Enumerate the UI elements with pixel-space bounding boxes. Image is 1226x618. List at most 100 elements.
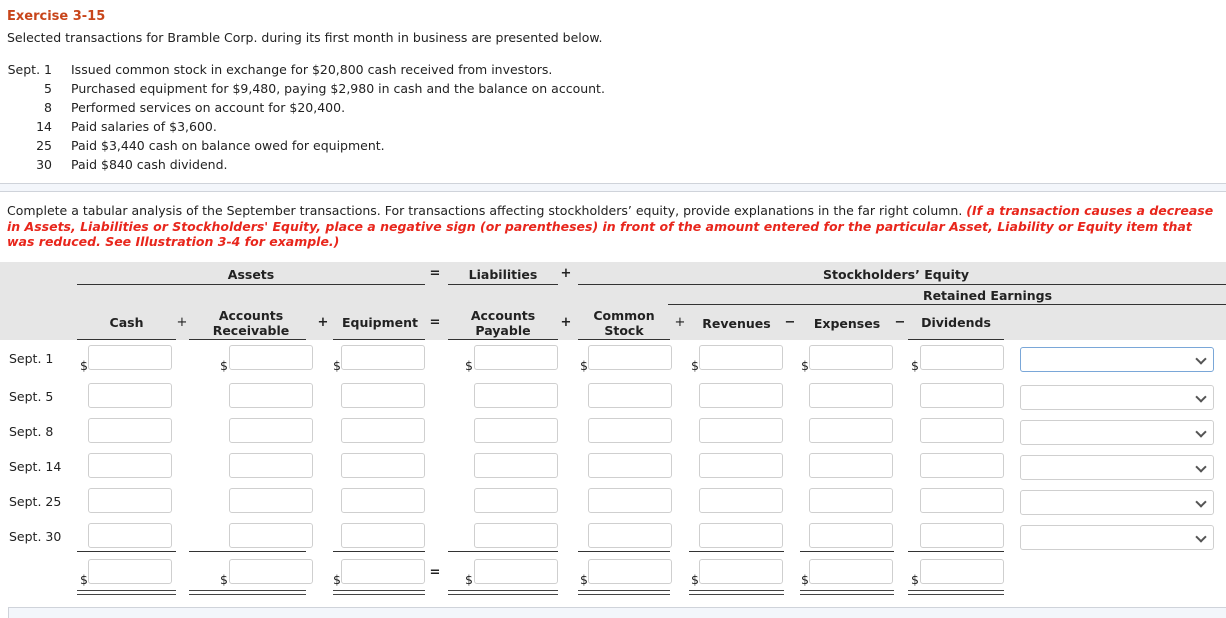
header-retained-earnings: Retained Earnings [922, 288, 1053, 303]
equipment-input[interactable] [341, 345, 425, 370]
explanation-dropdown[interactable] [1020, 490, 1214, 515]
accounts-payable-input[interactable] [474, 488, 558, 513]
accounts-payable-total-input[interactable] [474, 559, 558, 584]
revenues-input[interactable] [699, 418, 783, 443]
accounts-receivable-total-input[interactable] [229, 559, 313, 584]
expenses-input[interactable] [809, 345, 893, 370]
exercise-title: Exercise 3-15 [7, 9, 106, 24]
common-stock-input[interactable] [588, 418, 672, 443]
row-label: Sept. 14 [9, 459, 62, 474]
plus-sign: + [176, 315, 188, 330]
transaction-date: 14 [36, 119, 52, 134]
chevron-down-icon [1195, 531, 1207, 543]
col-underline [908, 339, 1004, 340]
accounts-payable-input[interactable] [474, 383, 558, 408]
explanation-dropdown[interactable] [1020, 455, 1214, 480]
common-stock-input[interactable] [588, 453, 672, 478]
col-common-stock: Common Stock [578, 308, 670, 338]
equipment-input[interactable] [341, 488, 425, 513]
currency-symbol: $ [691, 572, 699, 587]
currency-symbol: $ [801, 358, 809, 373]
explanation-dropdown[interactable] [1020, 347, 1214, 372]
expenses-input[interactable] [809, 418, 893, 443]
chevron-down-icon [1195, 426, 1207, 438]
cash-input[interactable] [88, 345, 172, 370]
accounts-receivable-input[interactable] [229, 418, 313, 443]
revenues-input[interactable] [699, 383, 783, 408]
row-label: Sept. 25 [9, 494, 62, 509]
cash-input[interactable] [88, 453, 172, 478]
cash-input[interactable] [88, 383, 172, 408]
accounts-receivable-input[interactable] [229, 383, 313, 408]
subtotal-underline [189, 551, 306, 552]
accounts-payable-input[interactable] [474, 523, 558, 548]
currency-symbol: $ [691, 358, 699, 373]
dividends-total-input[interactable] [920, 559, 1004, 584]
common-stock-input[interactable] [588, 523, 672, 548]
dividends-input[interactable] [920, 523, 1004, 548]
cash-total-input[interactable] [88, 559, 172, 584]
revenues-input[interactable] [699, 488, 783, 513]
equals-sign: = [429, 266, 441, 281]
expenses-input[interactable] [809, 523, 893, 548]
accounts-receivable-input[interactable] [229, 488, 313, 513]
accounts-payable-input[interactable] [474, 345, 558, 370]
dividends-input[interactable] [920, 488, 1004, 513]
subtotal-underline [333, 551, 425, 552]
col-underline [333, 339, 425, 340]
dividends-input[interactable] [920, 418, 1004, 443]
total-double-underline [333, 590, 425, 595]
cash-input[interactable] [88, 523, 172, 548]
currency-symbol: $ [465, 358, 473, 373]
cash-input[interactable] [88, 418, 172, 443]
accounts-receivable-input[interactable] [229, 523, 313, 548]
row-label: Sept. 8 [9, 424, 54, 439]
dividends-input[interactable] [920, 383, 1004, 408]
common-stock-input[interactable] [588, 383, 672, 408]
currency-symbol: $ [465, 572, 473, 587]
header-liabilities: Liabilities [468, 267, 538, 282]
col-expenses: Expenses [813, 316, 881, 331]
equipment-input[interactable] [341, 523, 425, 548]
transaction-date: 30 [36, 157, 52, 172]
revenues-input[interactable] [699, 453, 783, 478]
transaction-date: 5 [44, 81, 52, 96]
revenues-input[interactable] [699, 523, 783, 548]
accounts-receivable-input[interactable] [229, 453, 313, 478]
equipment-input[interactable] [341, 453, 425, 478]
expenses-input[interactable] [809, 453, 893, 478]
col-label-line: Accounts [470, 308, 536, 323]
dividends-input[interactable] [920, 345, 1004, 370]
expenses-input[interactable] [809, 383, 893, 408]
explanation-dropdown[interactable] [1020, 385, 1214, 410]
accounts-payable-input[interactable] [474, 418, 558, 443]
subtotal-underline [908, 551, 1004, 552]
common-stock-total-input[interactable] [588, 559, 672, 584]
equipment-total-input[interactable] [341, 559, 425, 584]
common-stock-input[interactable] [588, 345, 672, 370]
accounts-receivable-input[interactable] [229, 345, 313, 370]
section-divider [0, 183, 1226, 192]
equipment-input[interactable] [341, 418, 425, 443]
expenses-total-input[interactable] [809, 559, 893, 584]
subtotal-underline [578, 551, 670, 552]
dividends-input[interactable] [920, 453, 1004, 478]
total-double-underline [448, 590, 558, 595]
explanation-dropdown[interactable] [1020, 525, 1214, 550]
revenues-total-input[interactable] [699, 559, 783, 584]
currency-symbol: $ [911, 572, 919, 587]
col-underline [578, 339, 670, 340]
retained-earnings-underline [668, 304, 1226, 305]
total-double-underline [578, 590, 670, 595]
explanation-dropdown[interactable] [1020, 420, 1214, 445]
transaction-description: Paid salaries of $3,600. [71, 119, 217, 134]
revenues-input[interactable] [699, 345, 783, 370]
row-label: Sept. 30 [9, 529, 62, 544]
transaction-description: Issued common stock in exchange for $20,… [71, 62, 553, 77]
accounts-payable-input[interactable] [474, 453, 558, 478]
cash-input[interactable] [88, 488, 172, 513]
expenses-input[interactable] [809, 488, 893, 513]
equipment-input[interactable] [341, 383, 425, 408]
common-stock-input[interactable] [588, 488, 672, 513]
transaction-description: Performed services on account for $20,40… [71, 100, 346, 115]
